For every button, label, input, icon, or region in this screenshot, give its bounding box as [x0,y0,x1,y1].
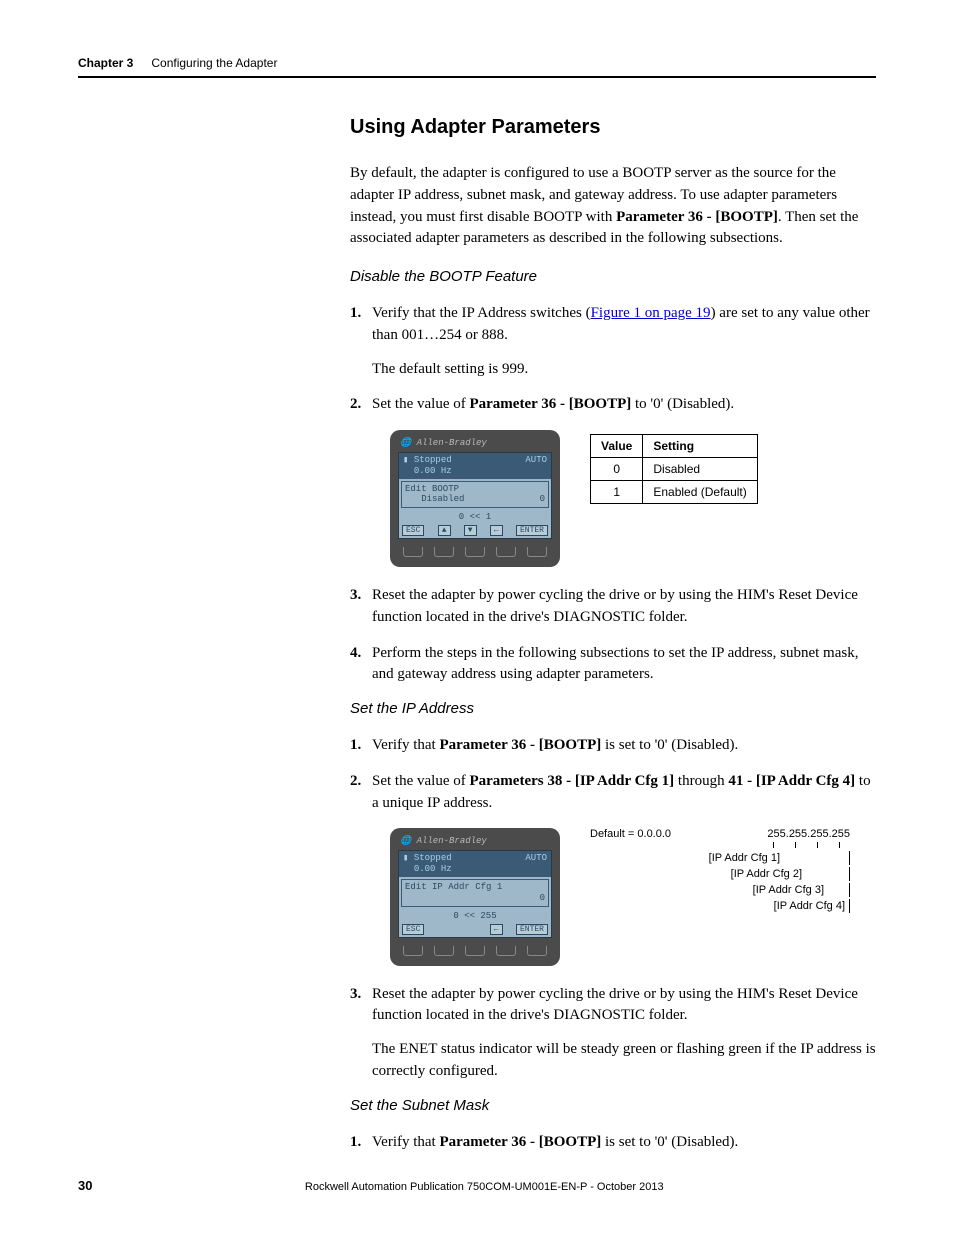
step-bold-2: 41 - [IP Addr Cfg 4] [728,773,855,789]
step-text-a: Set the value of [372,396,469,412]
step-text: Reset the adapter by power cycling the d… [372,587,858,625]
him-edit-box: Edit IP Addr Cfg 1 0 [401,879,549,907]
figure-link[interactable]: Figure 1 on page 19 [591,305,711,321]
max-label: 255.255.255.255 [767,828,850,840]
step-1: 1. Verify that Parameter 36 - [BOOTP] is… [372,735,880,757]
step-bold-1: Parameters 38 - [IP Addr Cfg 1] [469,773,674,789]
him-device: 🌐 Allen-Bradley ▮ Stopped 0.00 Hz AUTO E… [390,828,560,965]
him-status: ▮ Stopped 0.00 Hz AUTO [399,453,551,479]
him-status: ▮ Stopped 0.00 Hz AUTO [399,851,551,877]
step-number: 3. [350,585,361,607]
steps-disable-bootp-cont: 3. Reset the adapter by power cycling th… [350,585,880,686]
value-setting-table: Value Setting 0 Disabled 1 Enabled (Defa… [590,434,758,504]
chapter-label: Chapter 3 [78,56,133,70]
figure-row-ip: 🌐 Allen-Bradley ▮ Stopped 0.00 Hz AUTO E… [390,828,880,965]
page-footer: 30 Rockwell Automation Publication 750CO… [78,1178,876,1193]
step-1: 1. Verify that Parameter 36 - [BOOTP] is… [372,1132,880,1154]
step-text-mid: through [674,773,728,789]
chapter-title: Configuring the Adapter [151,56,277,70]
subheading-set-subnet: Set the Subnet Mask [350,1097,880,1114]
him-brand: 🌐 Allen-Bradley [396,834,554,848]
step-text-b: is set to '0' (Disabled). [601,737,738,753]
table-row: 1 Enabled (Default) [591,481,758,504]
step-number: 4. [350,643,361,665]
step-text: Perform the steps in the following subse… [372,645,858,683]
him-screen: ▮ Stopped 0.00 Hz AUTO Edit IP Addr Cfg … [398,850,552,937]
step-bold: Parameter 36 - [BOOTP] [469,396,631,412]
step-text: Reset the adapter by power cycling the d… [372,986,858,1024]
step-number: 1. [350,303,361,325]
step-2: 2. Set the value of Parameters 38 - [IP … [372,771,880,815]
step-text-a: Set the value of [372,773,469,789]
him-hard-keys [396,942,554,956]
step-bold: Parameter 36 - [BOOTP] [439,737,601,753]
him-range: 0 << 1 [399,510,551,524]
him-device: 🌐 Allen-Bradley ▮ Stopped 0.00 Hz AUTO E… [390,430,560,567]
step-2: 2. Set the value of Parameter 36 - [BOOT… [372,394,880,416]
step-number: 3. [350,984,361,1006]
down-key: ▼ [464,525,477,536]
him-hard-keys [396,543,554,557]
steps-set-ip: 1. Verify that Parameter 36 - [BOOTP] is… [350,735,880,814]
ip-address-diagram: Default = 0.0.0.0 255.255.255.255 [IP Ad… [590,828,850,914]
ip-cfg-3: [IP Addr Cfg 3] [753,884,824,896]
up-key: ▲ [438,525,451,536]
intro-bold: Parameter 36 - [BOOTP] [616,209,778,225]
him-softkeys: ESC ▲ ▼ ← ENTER [399,524,551,538]
esc-key: ESC [402,525,424,536]
step-number: 1. [350,735,361,757]
step-bold: Parameter 36 - [BOOTP] [439,1134,601,1150]
publication-info: Rockwell Automation Publication 750COM-U… [92,1181,876,1193]
steps-disable-bootp: 1. Verify that the IP Address switches (… [350,303,880,416]
ip-cfg-1: [IP Addr Cfg 1] [709,852,780,864]
step-text-a: Verify that the IP Address switches ( [372,305,591,321]
intro-paragraph: By default, the adapter is configured to… [350,163,880,250]
esc-key: ESC [402,924,424,935]
subheading-disable-bootp: Disable the BOOTP Feature [350,268,880,285]
step-3: 3. Reset the adapter by power cycling th… [372,984,880,1083]
step-number: 2. [350,394,361,416]
enter-key: ENTER [516,525,548,536]
left-key: ← [490,924,503,935]
ip-cfg-4: [IP Addr Cfg 4] [774,900,845,912]
table-header-value: Value [591,435,643,458]
step-3: 3. Reset the adapter by power cycling th… [372,585,880,629]
step-text-b: to '0' (Disabled). [631,396,734,412]
him-screen: ▮ Stopped 0.00 Hz AUTO Edit BOOTP Disabl… [398,452,552,539]
step-text-a: Verify that [372,737,439,753]
him-brand: 🌐 Allen-Bradley [396,436,554,450]
step-text-a: Verify that [372,1134,439,1150]
steps-set-subnet: 1. Verify that Parameter 36 - [BOOTP] is… [350,1132,880,1154]
figure-row-bootp: 🌐 Allen-Bradley ▮ Stopped 0.00 Hz AUTO E… [390,430,880,567]
him-softkeys: ESC x x ← ENTER [399,923,551,937]
table-header-setting: Setting [643,435,757,458]
step-1: 1. Verify that the IP Address switches (… [372,303,880,380]
step-1-sub: The default setting is 999. [372,359,880,381]
page-number: 30 [78,1178,92,1193]
page-header: Chapter 3 Configuring the Adapter [78,56,876,70]
left-key: ← [490,525,503,536]
table-cell-setting: Disabled [643,458,757,481]
steps-set-ip-cont: 3. Reset the adapter by power cycling th… [350,984,880,1083]
step-number: 1. [350,1132,361,1154]
step-4: 4. Perform the steps in the following su… [372,643,880,687]
table-cell-value: 1 [591,481,643,504]
table-cell-value: 0 [591,458,643,481]
ip-cfg-2: [IP Addr Cfg 2] [731,868,802,880]
him-range: 0 << 255 [399,909,551,923]
section-heading: Using Adapter Parameters [350,116,880,139]
step-3-sub: The ENET status indicator will be steady… [372,1039,880,1083]
him-edit-box: Edit BOOTP Disabled0 [401,481,549,509]
enter-key: ENTER [516,924,548,935]
table-cell-setting: Enabled (Default) [643,481,757,504]
table-row: 0 Disabled [591,458,758,481]
default-label: Default = 0.0.0.0 [590,828,671,840]
step-text-b: is set to '0' (Disabled). [601,1134,738,1150]
step-number: 2. [350,771,361,793]
header-rule [78,76,876,78]
subheading-set-ip: Set the IP Address [350,700,880,717]
